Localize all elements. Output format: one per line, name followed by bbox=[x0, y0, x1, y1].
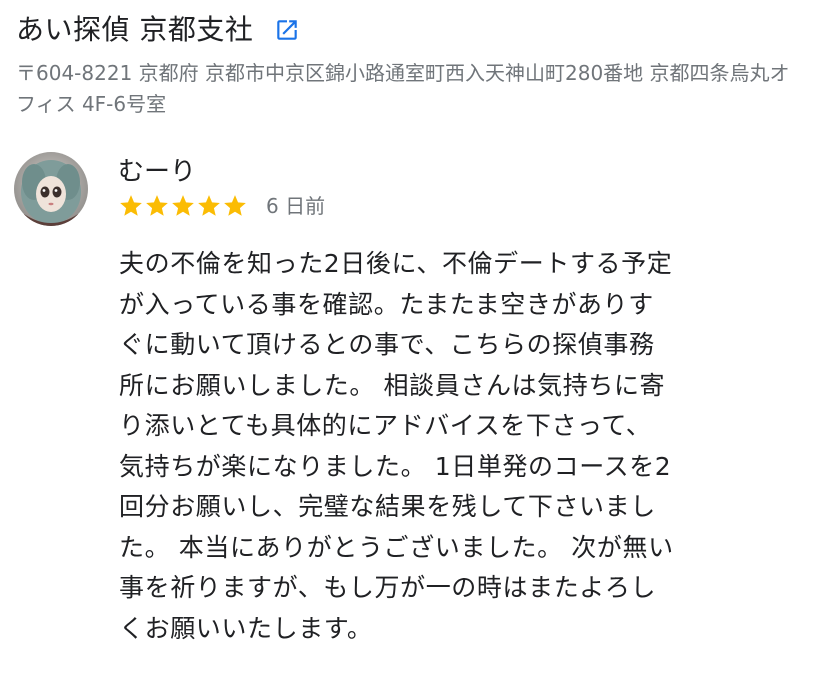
star-icon bbox=[222, 193, 248, 219]
review-header: むーり 6 日前 bbox=[14, 152, 325, 226]
business-address: 〒604-8221 京都府 京都市中京区錦小路通室町西入天神山町280番地 京都… bbox=[16, 61, 790, 116]
star-rating bbox=[118, 193, 248, 219]
reviewer-name[interactable]: むーり bbox=[118, 154, 325, 190]
star-icon bbox=[144, 193, 170, 219]
star-icon bbox=[196, 193, 222, 219]
review-date: 6 日前 bbox=[266, 194, 326, 218]
reviewer-avatar[interactable] bbox=[14, 152, 88, 226]
business-name: あい探偵 京都支社 bbox=[16, 13, 254, 46]
star-icon bbox=[170, 193, 196, 219]
open-in-new-icon[interactable] bbox=[273, 16, 301, 44]
rating-row: 6 日前 bbox=[118, 192, 325, 220]
business-header: あい探偵 京都支社 bbox=[16, 10, 301, 50]
star-icon bbox=[118, 193, 144, 219]
review-text: 夫の不倫を知った2日後に、不倫デートする予定 が入っている事を確認。たまたま空き… bbox=[119, 249, 674, 643]
